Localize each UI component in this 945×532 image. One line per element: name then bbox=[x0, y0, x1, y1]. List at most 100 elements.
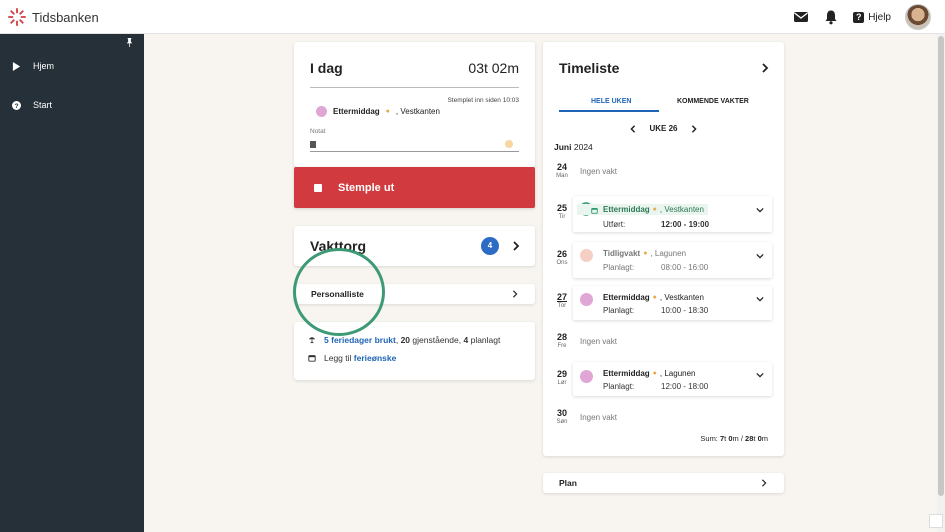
avatar[interactable] bbox=[905, 4, 931, 30]
shift-status: Planlagt: 12:00 - 18:00 bbox=[603, 382, 708, 391]
day-25: 25 Tir bbox=[553, 203, 571, 221]
vacation-used-count[interactable]: 5 bbox=[324, 335, 329, 345]
sun-icon: ● bbox=[652, 206, 657, 213]
sum-minutes-unit: m bbox=[761, 434, 768, 443]
chevron-down-icon[interactable] bbox=[756, 371, 764, 379]
calendar-icon bbox=[591, 207, 598, 214]
clock-out-button[interactable]: Stemple ut bbox=[294, 167, 535, 208]
day-weekday: Tir bbox=[558, 214, 566, 220]
mail-icon[interactable] bbox=[793, 9, 809, 25]
day-number: 28 bbox=[556, 332, 567, 342]
personalliste-label: Personalliste bbox=[311, 289, 364, 299]
shift-status-label: Planlagt: bbox=[603, 306, 635, 315]
day-weekday: Tor bbox=[557, 303, 567, 309]
shift-title: Ettermiddag ● , Lagunen bbox=[603, 369, 696, 378]
comma: , bbox=[395, 335, 399, 345]
month-label: Juni 2024 bbox=[554, 142, 593, 152]
today-title: I dag bbox=[310, 60, 343, 76]
scrollbar-thumb[interactable] bbox=[938, 36, 944, 496]
shift-card-26[interactable]: Tidligvakt ● , Lagunen Planlagt: 08:00 - … bbox=[573, 242, 772, 278]
logo[interactable]: Tidsbanken bbox=[8, 8, 99, 26]
day-number: 29 bbox=[556, 369, 567, 379]
clock-out-label: Stemple ut bbox=[338, 181, 395, 194]
shift-status-label: Planlagt: bbox=[603, 382, 635, 391]
note-label: Notat bbox=[310, 128, 326, 135]
sum-hours-unit: t bbox=[724, 434, 727, 443]
shift-name: Ettermiddag bbox=[603, 205, 650, 214]
help-button[interactable]: ? Hjelp bbox=[853, 11, 891, 23]
month-name: Juni bbox=[554, 142, 572, 152]
shift-status: Planlagt: 10:00 - 18:30 bbox=[603, 306, 708, 315]
tidsbanken-logo-icon bbox=[8, 8, 26, 26]
plan-card[interactable]: Plan bbox=[543, 473, 784, 493]
bell-icon[interactable] bbox=[823, 9, 839, 25]
chevron-right-icon[interactable] bbox=[690, 124, 698, 133]
shift-title: Tidligvakt ● , Lagunen bbox=[603, 249, 686, 258]
stop-icon bbox=[314, 183, 322, 192]
chevron-right-icon[interactable] bbox=[760, 62, 770, 74]
pin-icon[interactable] bbox=[125, 38, 134, 47]
vakttorg-title: Vakttorg bbox=[310, 238, 367, 254]
plan-label: Plan bbox=[559, 478, 577, 488]
sum-hours-unit: t bbox=[753, 434, 756, 443]
sidebar-item-hjem[interactable]: Hjem bbox=[12, 61, 54, 71]
vakttorg-card[interactable]: Vakttorg 4 bbox=[294, 226, 535, 266]
resize-corner bbox=[929, 514, 943, 528]
shift-time: 10:00 - 18:30 bbox=[661, 306, 709, 315]
top-bar: Tidsbanken ? Hjelp bbox=[0, 0, 945, 34]
vacation-planned-count: 4 bbox=[463, 335, 469, 345]
week-navigator: UKE 26 bbox=[543, 124, 784, 133]
timeliste-card: Timeliste HELE UKEN KOMMENDE VAKTER UKE … bbox=[543, 42, 784, 456]
shift-location: , Vestkanten bbox=[395, 107, 440, 116]
shift-name: Ettermiddag bbox=[333, 107, 380, 116]
shift-location: , Vestkanten bbox=[659, 293, 704, 302]
vacation-used-link[interactable]: feriedager brukt bbox=[331, 335, 396, 345]
help-label: Hjelp bbox=[868, 11, 891, 23]
tab-hele-uken[interactable]: HELE UKEN bbox=[591, 98, 631, 105]
day-27: 27 Tor bbox=[553, 292, 571, 310]
today-shift: Ettermiddag ● , Vestkanten bbox=[316, 106, 440, 117]
question-circle-icon: ? bbox=[12, 100, 21, 110]
shift-status-label: Utført: bbox=[603, 220, 626, 229]
vacation-planned-label: planlagt bbox=[470, 335, 501, 345]
day-weekday: Søn bbox=[556, 419, 568, 425]
vacation-wish-link[interactable]: ferieønske bbox=[354, 353, 397, 363]
shift-color-dot bbox=[580, 370, 593, 383]
shift-color-dot bbox=[580, 293, 593, 306]
vakttorg-count-badge: 4 bbox=[481, 237, 499, 255]
vacation-remaining-label: gjenstående, bbox=[412, 335, 462, 345]
shift-name: Tidligvakt bbox=[603, 249, 641, 258]
day-weekday: Ons bbox=[556, 260, 568, 266]
scrollbar[interactable] bbox=[937, 34, 945, 532]
umbrella-icon bbox=[308, 337, 316, 344]
shift-card-29[interactable]: Ettermiddag ● , Lagunen Planlagt: 12:00 -… bbox=[573, 362, 772, 396]
shift-time: 08:00 - 16:00 bbox=[661, 263, 709, 272]
chevron-down-icon[interactable] bbox=[756, 295, 764, 303]
stamped-in-text: Stemplet inn siden 10:03 bbox=[447, 97, 519, 104]
shift-card-27[interactable]: Ettermiddag ● , Vestkanten Planlagt: 10:0… bbox=[573, 286, 772, 320]
vacation-add-prefix: Legg til bbox=[324, 353, 352, 363]
sum-label: Sum: bbox=[700, 434, 718, 443]
day-weekday: Fre bbox=[557, 343, 567, 349]
no-shift: Ingen vakt bbox=[580, 413, 617, 422]
chevron-down-icon[interactable] bbox=[756, 252, 764, 260]
chevron-left-icon[interactable] bbox=[629, 124, 637, 133]
day-weekday: Lør bbox=[557, 380, 567, 386]
emoji-icon[interactable] bbox=[505, 140, 513, 148]
tab-kommende-vakter[interactable]: KOMMENDE VAKTER bbox=[677, 98, 749, 105]
chevron-down-icon[interactable] bbox=[756, 206, 764, 214]
personalliste-card[interactable]: Personalliste bbox=[294, 284, 535, 304]
day-weekday: Man bbox=[556, 173, 568, 179]
shift-time: 12:00 - 18:00 bbox=[661, 382, 709, 391]
chevron-right-icon[interactable] bbox=[511, 241, 521, 251]
sun-icon: ● bbox=[385, 108, 390, 115]
divider bbox=[310, 87, 519, 88]
shift-card-25[interactable]: Ettermiddag ● , Vestkanten Utført: 12:00 … bbox=[573, 196, 772, 232]
timeliste-title[interactable]: Timeliste bbox=[559, 60, 619, 76]
shift-title: Ettermiddag ● , Vestkanten bbox=[577, 204, 708, 215]
note-input[interactable] bbox=[310, 138, 519, 152]
no-shift: Ingen vakt bbox=[580, 337, 617, 346]
sidebar-item-start[interactable]: ? Start bbox=[12, 100, 52, 110]
shift-title: Ettermiddag ● , Vestkanten bbox=[603, 293, 704, 302]
shift-status: Utført: 12:00 - 19:00 bbox=[603, 220, 709, 229]
